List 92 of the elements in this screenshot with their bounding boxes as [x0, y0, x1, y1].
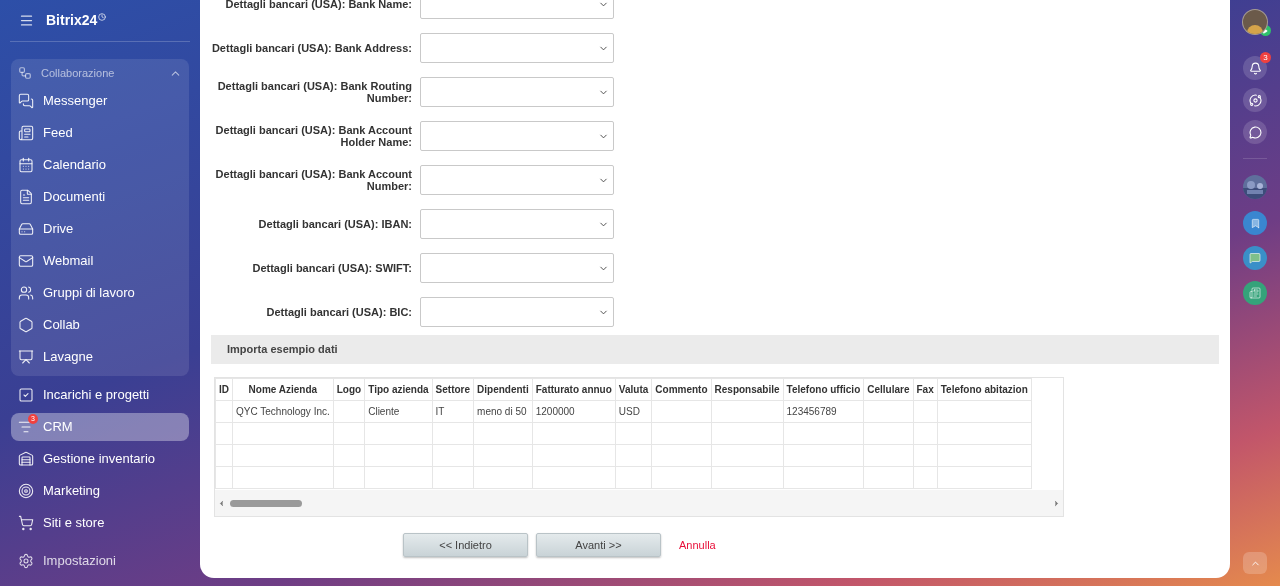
nav-item[interactable]: Collab — [11, 311, 189, 339]
clock-icon — [98, 12, 107, 21]
nav-item[interactable]: Marketing — [11, 477, 189, 505]
mail-icon — [18, 253, 34, 269]
board-icon — [18, 349, 34, 365]
column-header: Logo — [333, 378, 365, 401]
group-header[interactable]: Collaborazione — [11, 59, 189, 87]
select-field[interactable] — [420, 297, 614, 327]
chat-bubbles-icon — [18, 93, 34, 109]
horizontal-scrollbar[interactable] — [215, 490, 1063, 516]
field-label: Dettagli bancari (USA): Bank Address: — [210, 42, 412, 54]
avatar[interactable] — [1242, 9, 1268, 35]
notification-badge: 3 — [1260, 52, 1271, 63]
table-cell: 1200000 — [535, 406, 575, 417]
message-icon — [1249, 252, 1261, 264]
table-cell: meno di 50 — [477, 406, 527, 417]
document-icon — [18, 189, 34, 205]
scroll-left-icon[interactable] — [217, 498, 226, 508]
notifications-button[interactable] — [1243, 56, 1267, 80]
table-cell: USD — [618, 406, 640, 417]
column-header: ID — [215, 378, 233, 401]
column-header: Commento — [651, 378, 712, 401]
hexagon-icon — [18, 317, 34, 333]
column-header: Fatturato annuo — [532, 378, 616, 401]
chat-button[interactable] — [1243, 120, 1267, 144]
status-icon — [1259, 25, 1271, 36]
column-header: Fax — [913, 378, 938, 401]
menu-icon[interactable] — [19, 13, 34, 28]
select-field[interactable] — [420, 165, 614, 195]
column-header: Cellulare — [863, 378, 913, 401]
cancel-link[interactable]: Annulla — [679, 536, 716, 554]
scroll-right-icon[interactable] — [1052, 498, 1061, 508]
column-header: Valuta — [615, 378, 652, 401]
swirl-icon — [1248, 93, 1262, 107]
field-label: Dettagli bancari (USA): Bank Account Holder Name: — [214, 124, 412, 148]
table-cell: IT — [435, 406, 445, 417]
nav-item[interactable]: Feed — [11, 119, 189, 147]
nav-item[interactable]: Calendario — [11, 151, 189, 179]
select-field[interactable] — [420, 77, 614, 107]
scrollbar-thumb[interactable] — [230, 499, 302, 507]
bookmark-icon — [1249, 217, 1261, 229]
section-header: Importa esempio dati — [211, 335, 1219, 364]
field-label: Dettagli bancari (USA): IBAN: — [257, 218, 412, 230]
select-field[interactable] — [420, 121, 614, 151]
nav-item[interactable]: Siti e store — [11, 509, 189, 537]
column-header: Telefono ufficio — [783, 378, 864, 401]
column-header: Settore — [432, 378, 474, 401]
nav-item[interactable]: Incarichi e progetti — [11, 381, 189, 409]
table-cell: QYC Technology Inc. — [236, 406, 330, 417]
nav-item[interactable]: Gruppi di lavoro — [11, 279, 189, 307]
nav-item[interactable]: Documenti — [11, 183, 189, 211]
nav-item[interactable]: Gestione inventario — [11, 445, 189, 473]
newspaper-icon — [1249, 287, 1261, 299]
nav-item[interactable]: Messenger — [11, 87, 189, 115]
select-field[interactable] — [420, 253, 614, 283]
column-header: Nome Azienda — [232, 378, 334, 401]
nav-item[interactable]: Drive — [11, 215, 189, 243]
drive-icon — [18, 221, 34, 237]
nav-button[interactable]: Avanti >> — [536, 533, 661, 557]
logo: Bitrix24 — [46, 11, 98, 30]
users-icon — [18, 285, 34, 301]
group-icon — [18, 66, 32, 80]
cart-icon — [18, 515, 34, 531]
settings-item[interactable]: Impostazioni — [11, 551, 189, 571]
news-button[interactable] — [1243, 281, 1267, 305]
table-cell: Cliente — [368, 406, 400, 417]
calendar-icon — [18, 157, 34, 173]
chat-icon — [1248, 125, 1262, 139]
select-field[interactable] — [420, 209, 614, 239]
messages-button[interactable] — [1243, 246, 1267, 270]
nav-item[interactable]: Lavagne — [11, 343, 189, 371]
field-label: Dettagli bancari (USA): Bank Routing Number: — [216, 80, 412, 104]
field-label: Dettagli bancari (USA): Bank Name: — [224, 0, 412, 10]
settings-icon — [18, 552, 34, 569]
checkbox-icon — [18, 387, 34, 403]
nav-item[interactable]: Webmail — [11, 247, 189, 275]
column-header: Responsabile — [711, 378, 784, 401]
field-label: Dettagli bancari (USA): Bank Account Number: — [214, 168, 412, 192]
target-icon — [18, 483, 34, 499]
warehouse-icon — [18, 451, 34, 467]
bell-icon — [1248, 61, 1262, 75]
newspaper-icon — [18, 125, 34, 141]
table-cell: 123456789 — [786, 406, 837, 417]
select-field[interactable] — [420, 33, 614, 63]
column-header: Dipendenti — [473, 378, 533, 401]
field-label: Dettagli bancari (USA): SWIFT: — [251, 262, 412, 274]
column-header: Tipo azienda — [364, 378, 433, 401]
nav-button[interactable]: << Indietro — [403, 533, 528, 557]
field-label: Dettagli bancari (USA): BIC: — [265, 306, 412, 318]
copilot-button[interactable] — [1243, 88, 1267, 112]
bookmark-button[interactable] — [1243, 211, 1267, 235]
column-header: Telefono abitazion — [937, 378, 1032, 401]
